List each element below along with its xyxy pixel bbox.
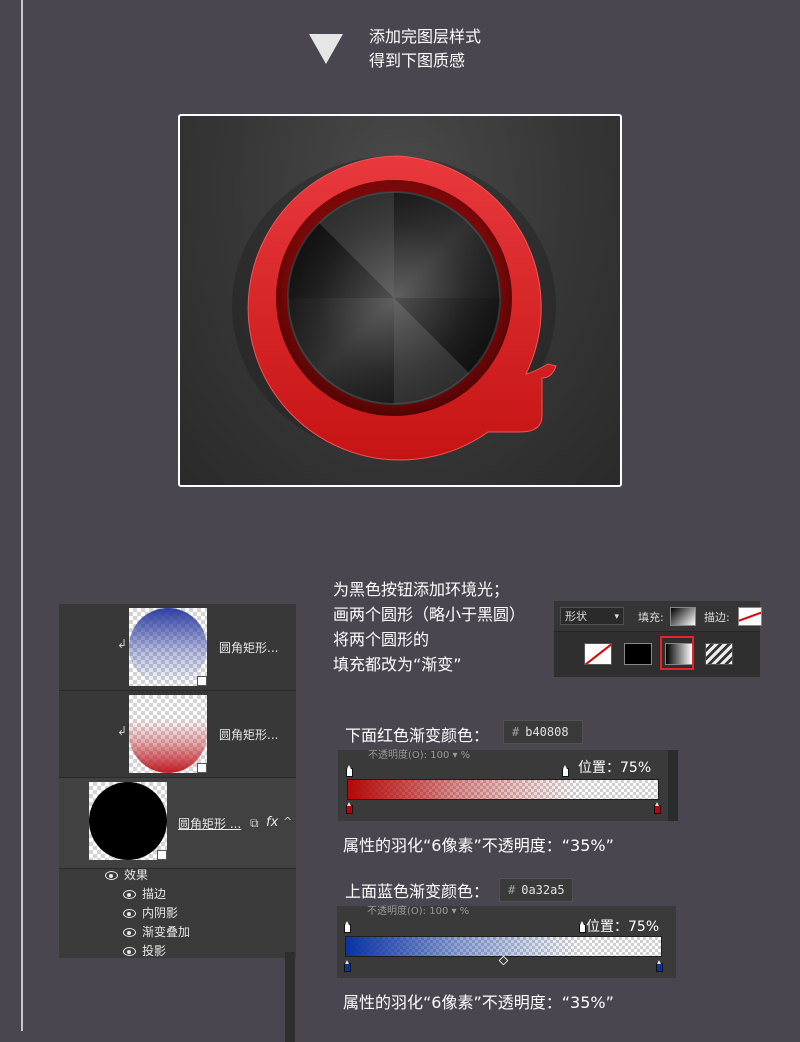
opacity-stop-right[interactable] [562,765,569,777]
music-button-illustration [232,155,557,461]
step-title: 添加完图层样式 得到下图质感 [369,25,481,73]
red-gradient-editor: 不透明度(O): 100 ▾ % 位置：75% [338,750,678,821]
gradient-highlight-box [660,636,694,670]
layer-thumbnail [129,608,207,686]
color-stop-right[interactable] [656,960,663,972]
blue-gradient-heading: 上面蓝色渐变颜色： [345,882,490,901]
timeline-line [21,0,23,1031]
layer-thumbnail [129,695,207,773]
shape-mode-select[interactable]: 形状 ▾ [560,607,624,625]
scrollbar[interactable] [285,952,295,1042]
blue-hex-field[interactable]: #0a32a5 [499,878,573,902]
midpoint-diamond[interactable] [498,955,509,966]
layers-panel: ↲ 圆角矩形... ↲ 圆角矩形... 圆角矩形 ... ⧉ fx ^ 效果 描… [59,604,296,1042]
chevron-down-icon: ▾ [614,612,619,622]
opacity-label: 不透明度(O): 100 ▾ % [368,750,471,761]
shape-options-bar: 形状 ▾ 填充: 描边: [554,601,762,677]
red-gradient-bar[interactable] [347,779,659,800]
fill-swatch[interactable] [670,607,696,626]
opacity-label: 不透明度(O): 100 ▾ % [367,906,470,917]
instruction-text: 为黑色按钮添加环境光； 画两个圆形（略小于黑圆） 将两个圆形的 填充都改为“渐变… [333,577,525,677]
fx-icon[interactable]: fx [266,815,278,830]
stroke-label: 描边: [704,611,730,624]
blue-gradient-editor: 不透明度(O): 100 ▾ % 位置：75% [337,906,676,978]
fill-label: 填充: [638,611,664,624]
red-properties-text: 属性的羽化“6像素”不透明度：“35%” [343,836,614,855]
layer-name[interactable]: 圆角矩形 ... [178,815,241,832]
opacity-stop-right[interactable] [579,921,586,933]
instruction-line-2: 画两个圆形（略小于黑圆） [333,605,526,624]
effect-inner-shadow[interactable]: 内阴影 [123,904,178,921]
eye-icon[interactable] [123,909,136,918]
disc-sheen [288,192,500,404]
eye-icon[interactable] [123,890,136,899]
result-preview [178,114,622,487]
layer-thumbnail [89,782,167,860]
layer-name[interactable]: 圆角矩形... [219,639,278,656]
color-stop-left[interactable] [344,960,351,972]
step-title-line-2: 得到下图质感 [369,51,466,70]
layer-row-red[interactable]: ↲ 圆角矩形... [59,691,296,778]
opacity-stop-left[interactable] [344,921,351,933]
red-hex-field[interactable]: # b40808 [503,720,583,744]
eye-icon[interactable] [123,947,136,956]
eye-icon[interactable] [105,871,118,880]
link-icon: ⧉ [250,816,259,830]
effect-drop-shadow[interactable]: 投影 [123,942,166,959]
no-fill-button[interactable] [584,643,612,665]
solid-fill-button[interactable] [624,643,652,665]
eye-icon[interactable] [123,928,136,937]
blue-gradient-bar[interactable] [345,936,662,957]
position-label: 位置：75% [586,919,660,935]
pattern-fill-button[interactable] [705,643,733,665]
layer-row-black[interactable]: 圆角矩形 ... [59,778,296,1042]
chevron-up-icon[interactable]: ^ [283,815,292,828]
shape-corner-icon [197,676,207,686]
step-arrow-icon [309,34,343,64]
color-stop-left[interactable] [346,802,353,814]
stroke-swatch[interactable] [738,607,762,626]
instruction-line-1: 为黑色按钮添加环境光； [333,580,510,599]
blue-properties-text: 属性的羽化“6像素”不透明度：“35%” [343,993,614,1012]
effect-stroke[interactable]: 描边 [123,885,166,902]
clip-arrow-icon: ↲ [117,637,128,651]
color-stop-right[interactable] [654,802,661,814]
shape-corner-icon [197,763,207,773]
instruction-line-3: 将两个圆形的 [333,630,430,649]
position-label: 位置：75% [578,760,652,776]
layer-name[interactable]: 圆角矩形... [219,726,278,743]
step-title-line-1: 添加完图层样式 [369,27,482,46]
shape-corner-icon [157,850,167,860]
red-gradient-heading: 下面红色渐变颜色： [345,726,490,745]
clip-arrow-icon: ↲ [117,724,128,738]
layer-row-blue[interactable]: ↲ 圆角矩形... [59,604,296,691]
instruction-line-4: 填充都改为“渐变” [333,655,462,674]
effect-gradient-overlay[interactable]: 渐变叠加 [123,923,190,940]
effects-header[interactable]: 效果 [105,866,148,883]
opacity-stop-left[interactable] [346,765,353,777]
options-toolbar: 形状 ▾ 填充: 描边: [554,601,762,632]
